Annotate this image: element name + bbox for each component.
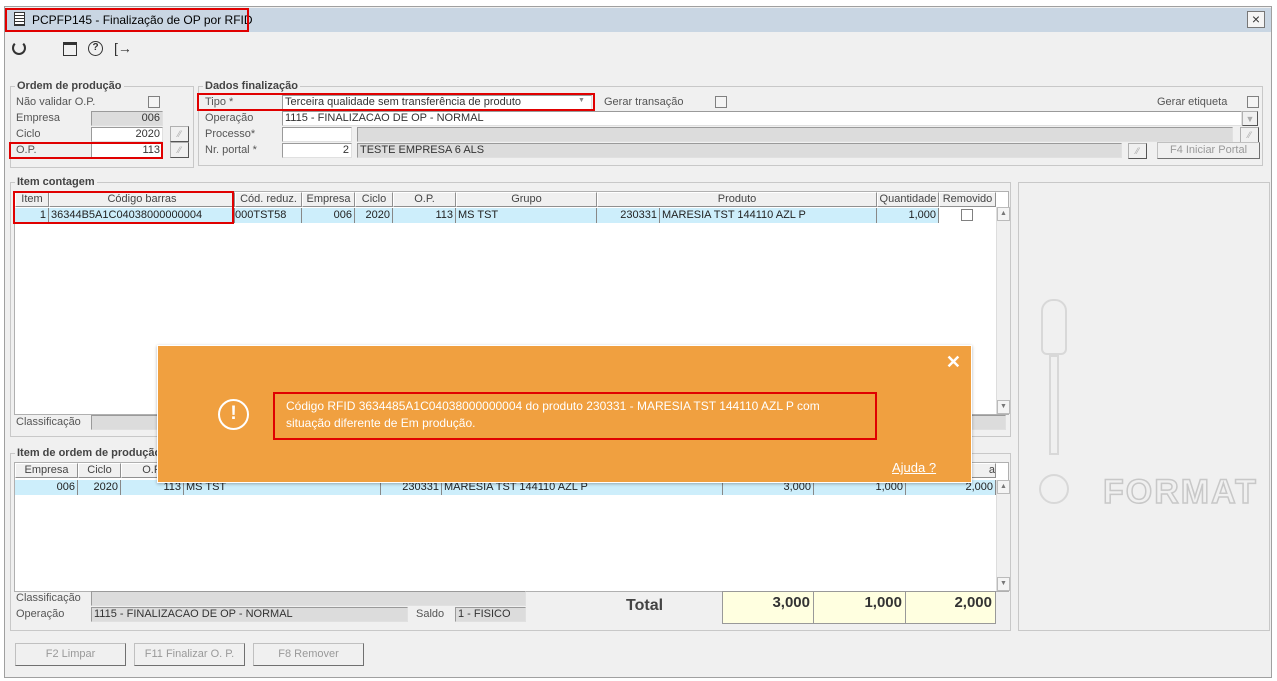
vertical-scrollbar[interactable]: ▲ ▼	[996, 207, 1010, 414]
cell-ciclo: 2020	[78, 480, 121, 495]
total-3: 2,000	[905, 591, 996, 624]
header-ciclo[interactable]: Ciclo	[78, 463, 121, 478]
header-ciclo[interactable]: Ciclo	[355, 192, 393, 207]
logo-figure-icon	[1039, 299, 1069, 504]
nao-validar-label: Não validar O.P.	[16, 96, 96, 108]
processo-field[interactable]	[282, 127, 352, 142]
total-1: 3,000	[722, 591, 814, 624]
operacao-select[interactable]: 1115 - FINALIZACAO DE OP - NORMAL	[282, 111, 1242, 126]
scroll-up-icon[interactable]: ▲	[997, 480, 1010, 494]
close-window-button[interactable]: ×	[1247, 11, 1265, 28]
finalizar-op-button[interactable]: F11 Finalizar O. P.	[134, 643, 245, 666]
format-logo: FORMAT	[1102, 472, 1258, 512]
gerar-etiqueta-label: Gerar etiqueta	[1157, 96, 1228, 108]
processo-desc	[357, 127, 1233, 142]
cell-produto-desc: MARESIA TST 144110 AZL P	[660, 208, 877, 223]
processo-lookup-button[interactable]: ⁄⁄	[1240, 127, 1259, 143]
portal-lookup-button[interactable]: ⁄⁄	[1128, 143, 1147, 159]
refresh-icon[interactable]	[12, 41, 26, 55]
scroll-down-icon[interactable]: ▼	[997, 577, 1010, 591]
header-op[interactable]: O.P.	[393, 192, 456, 207]
portal-desc: TESTE EMPRESA 6 ALS	[357, 143, 1122, 158]
classificacao-field	[91, 591, 526, 606]
cell-ciclo: 2020	[355, 208, 393, 223]
operacao-label: Operação	[16, 608, 65, 620]
cell-produto-ref: 230331	[597, 208, 660, 223]
cell-op: 113	[393, 208, 456, 223]
operacao-field: 1115 - FINALIZACAO DE OP - NORMAL	[91, 607, 408, 622]
calendar-icon[interactable]	[63, 42, 77, 56]
gerar-transacao-label: Gerar transação	[604, 96, 684, 108]
header-empresa[interactable]: Empresa	[15, 463, 78, 478]
header-removido[interactable]: Removido	[939, 192, 996, 207]
total-2: 1,000	[813, 591, 906, 624]
nao-validar-checkbox[interactable]	[148, 96, 160, 108]
exit-icon[interactable]: [→	[114, 41, 132, 56]
removido-checkbox[interactable]	[961, 209, 973, 221]
scroll-up-icon[interactable]: ▲	[997, 207, 1010, 221]
operacao-label: Operação	[205, 112, 254, 124]
saldo-field: 1 - FISICO	[455, 607, 526, 622]
operacao-dropdown-button[interactable]: ▼	[1242, 111, 1258, 126]
saldo-label: Saldo	[416, 608, 445, 620]
cell-empresa: 006	[15, 480, 78, 495]
processo-label: Processo*	[205, 128, 256, 140]
header-produto[interactable]: Produto	[597, 192, 877, 207]
header-grupo[interactable]: Grupo	[456, 192, 597, 207]
gerar-transacao-checkbox[interactable]	[715, 96, 727, 108]
alert-circle-icon: !	[218, 399, 249, 430]
classificacao-label: Classificação	[16, 416, 81, 428]
header-quantidade[interactable]: Quantidade	[877, 192, 939, 207]
iniciar-portal-button[interactable]: F4 Iniciar Portal	[1157, 142, 1260, 159]
cell-quantidade: 1,000	[877, 208, 939, 223]
classificacao-label: Classificação	[16, 592, 81, 604]
ciclo-field[interactable]: 2020	[91, 127, 163, 142]
cell-reduz: 000TST58	[235, 208, 302, 223]
remover-button[interactable]: F8 Remover	[253, 643, 364, 666]
portal-field[interactable]: 2	[282, 143, 352, 158]
limpar-button[interactable]: F2 Limpar	[15, 643, 126, 666]
portal-label: Nr. portal *	[205, 144, 257, 156]
close-icon[interactable]: ✕	[946, 352, 961, 373]
logo-panel: FORMAT	[1018, 182, 1270, 631]
header-empresa[interactable]: Empresa	[302, 192, 355, 207]
ciclo-label: Ciclo	[16, 128, 41, 140]
empresa-label: Empresa	[16, 112, 61, 124]
vertical-scrollbar[interactable]: ▲ ▼	[996, 480, 1010, 591]
cell-grupo: MS TST	[456, 208, 597, 223]
help-icon[interactable]: ?	[88, 41, 103, 56]
error-notification: ✕ ! Código RFID 3634485A1C04038000000004…	[157, 345, 972, 483]
empresa-field: 006	[91, 111, 163, 126]
ciclo-lookup-button[interactable]: ⁄⁄	[170, 126, 189, 142]
scroll-down-icon[interactable]: ▼	[997, 400, 1010, 414]
op-lookup-button[interactable]: ⁄⁄	[170, 142, 189, 158]
cell-empresa: 006	[302, 208, 355, 223]
header-cod-reduz[interactable]: Cód. reduz.	[235, 192, 302, 207]
total-label: Total	[626, 597, 664, 614]
gerar-etiqueta-checkbox[interactable]	[1247, 96, 1259, 108]
help-link[interactable]: Ajuda ?	[892, 460, 936, 475]
